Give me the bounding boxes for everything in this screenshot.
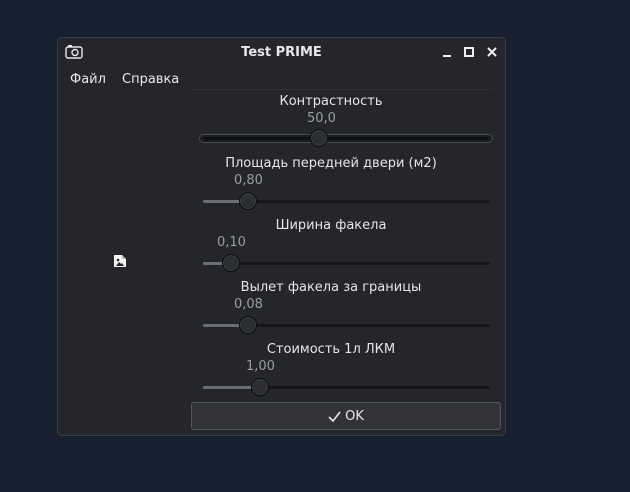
menu-separator [191,89,493,90]
ok-button-label: OK [345,408,364,424]
slider-value-door-area: 0,80 [234,173,263,188]
minimize-icon[interactable] [441,46,453,58]
app-window: Test PRIME Файл Справка Контрастность 50… [57,37,506,436]
slider-handle-torch-overshoot[interactable] [239,316,257,334]
slider-handle-torch-width[interactable] [222,254,240,272]
menu-help[interactable]: Справка [122,72,179,87]
slider-value-torch-overshoot: 0,08 [234,297,263,312]
ok-button[interactable]: OK [191,402,501,430]
slider-label-torch-overshoot: Вылет факела за границы [240,280,422,295]
slider-label-paint-cost: Стоимость 1л ЛКМ [266,342,396,357]
window-title: Test PRIME [241,45,322,60]
slider-handle-paint-cost[interactable] [251,378,269,396]
slider-label-torch-width: Ширина факела [275,218,387,233]
slider-track-paint-cost[interactable] [203,386,490,389]
slider-handle-contrast[interactable] [310,129,328,147]
close-icon[interactable] [486,46,498,58]
menu-file[interactable]: Файл [70,72,106,87]
slider-label-door-area: Площадь передней двери (м2) [225,156,437,171]
slider-value-paint-cost: 1,00 [246,359,275,374]
slider-label-contrast: Контрастность [279,94,383,109]
slider-value-contrast: 50,0 [307,111,336,126]
menu-bar: Файл Справка [58,68,505,90]
slider-handle-door-area[interactable] [239,192,257,210]
maximize-icon[interactable] [463,46,475,58]
title-bar[interactable]: Test PRIME [58,38,505,68]
slider-track-torch-width[interactable] [203,262,490,265]
slider-track-contrast[interactable] [199,134,493,143]
image-file-icon [114,255,126,267]
check-icon [328,411,341,422]
slider-value-torch-width: 0,10 [217,235,246,250]
